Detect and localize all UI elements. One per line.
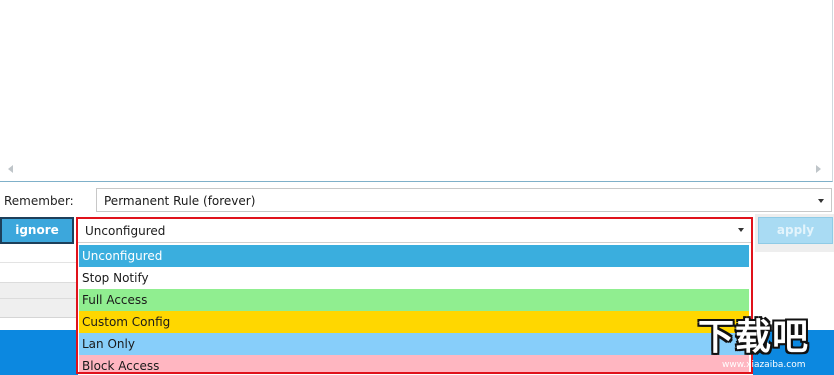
remember-label: Remember:: [4, 194, 74, 208]
access-level-dropdown-list: Unconfigured Stop Notify Full Access Cus…: [78, 245, 751, 372]
scroll-right-arrow-icon[interactable]: [816, 165, 821, 173]
rule-details-pane: [0, 0, 833, 182]
background-panel: [0, 282, 78, 318]
chevron-down-icon: [818, 199, 824, 203]
remember-selected-value: Permanent Rule (forever): [104, 194, 256, 208]
apply-button[interactable]: apply: [758, 217, 833, 244]
taskbar-strip: [0, 330, 78, 375]
scroll-left-arrow-icon[interactable]: [8, 165, 13, 173]
watermark-text: 下载吧: [698, 317, 810, 358]
access-level-combobox[interactable]: Unconfigured: [78, 219, 751, 243]
option-custom-config[interactable]: Custom Config: [79, 311, 749, 333]
chevron-down-icon: [738, 228, 744, 232]
watermark-url: www.xiazaiba.com: [722, 360, 806, 370]
watermark-logo: 下载吧 www.xiazaiba.com: [698, 318, 834, 375]
option-stop-notify[interactable]: Stop Notify: [79, 267, 749, 289]
option-lan-only[interactable]: Lan Only: [79, 333, 749, 355]
divider: [0, 262, 78, 263]
remember-dropdown[interactable]: Permanent Rule (forever): [96, 188, 832, 212]
option-full-access[interactable]: Full Access: [79, 289, 749, 311]
divider: [0, 298, 78, 299]
option-block-access[interactable]: Block Access: [79, 355, 749, 372]
access-level-selected-value: Unconfigured: [85, 224, 166, 238]
option-unconfigured[interactable]: Unconfigured: [79, 245, 749, 267]
ignore-button[interactable]: ignore: [0, 217, 74, 244]
